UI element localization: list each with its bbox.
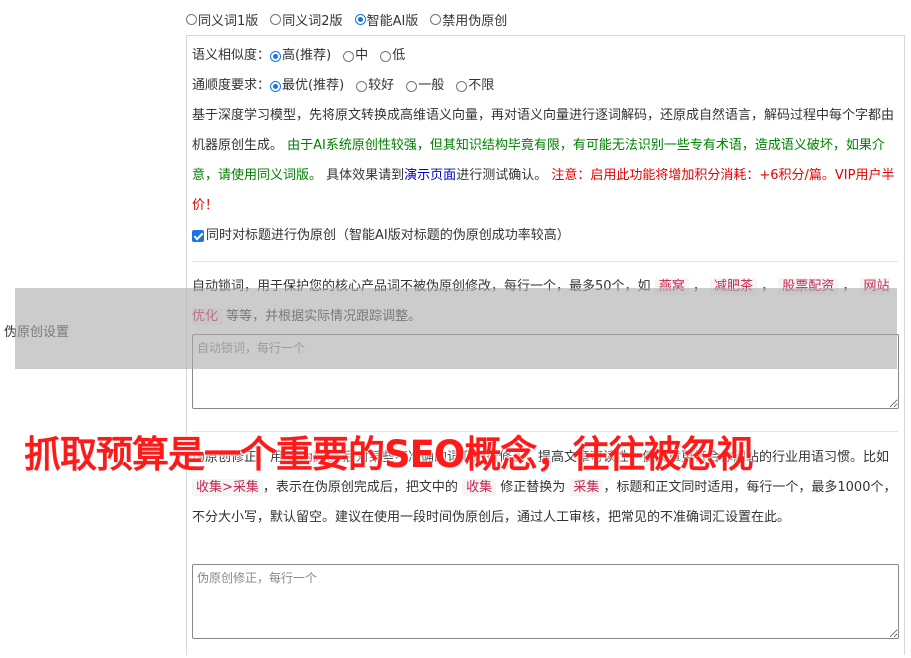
radio-checked-icon [270, 80, 282, 92]
fluency-best-radio[interactable]: 最优(推荐) [270, 76, 344, 96]
lock-words-input[interactable] [192, 334, 899, 409]
title-rewrite-checkbox[interactable]: 同时对标题进行伪原创（智能AI版对标题的伪原创成功率较高） [192, 226, 570, 246]
example-tag: 股票配资 [778, 278, 839, 295]
version-disable-radio[interactable]: 禁用伪原创 [430, 10, 507, 29]
similarity-medium-radio[interactable]: 中 [343, 46, 368, 66]
example-tag: 减肥茶 [709, 278, 757, 295]
ai-description: 基于深度学习模型，先将原文转换成高维语义向量，再对语义向量进行逐词解码，还原成自… [192, 108, 895, 213]
checkbox-checked-icon [192, 230, 204, 242]
radio-icon [430, 13, 442, 25]
radio-checked-icon [270, 50, 282, 62]
corrections-input[interactable] [192, 564, 899, 639]
fluency-unlimited-radio[interactable]: 不限 [456, 76, 494, 96]
version-synonym-1-radio[interactable]: 同义词1版 [186, 10, 258, 29]
fluency-good-radio[interactable]: 较好 [356, 76, 394, 96]
example-tag: 燕窝 [654, 278, 689, 295]
fluency-label: 通顺度要求： [192, 78, 271, 93]
similarity-row: 语义相似度： 高(推荐) 中 低 [192, 46, 417, 66]
radio-icon [356, 80, 368, 92]
fluency-row: 通顺度要求： 最优(推荐) 较好 一般 不限 [192, 76, 506, 96]
example-tag: 收集>采集 [192, 479, 263, 496]
version-ai-radio[interactable]: 智能AI版 [354, 10, 418, 29]
example-tag: 收集 [462, 479, 497, 496]
radio-icon [456, 80, 468, 92]
divider [192, 261, 898, 262]
radio-icon [270, 13, 282, 25]
radio-icon [380, 50, 392, 62]
demo-page-link[interactable]: 演示页面 [404, 168, 456, 183]
radio-checked-icon [354, 13, 366, 25]
lock-words-description: 自动锁词，用于保护您的核心产品词不被伪原创修改，每行一个，最多50个，如 燕窝 … [192, 278, 890, 325]
section-label: 伪原创设置 [4, 325, 70, 340]
similarity-high-radio[interactable]: 高(推荐) [270, 46, 331, 66]
radio-icon [186, 13, 197, 25]
fluency-normal-radio[interactable]: 一般 [406, 76, 444, 96]
version-synonym-2-radio[interactable]: 同义词2版 [270, 10, 343, 29]
similarity-label: 语义相似度： [192, 48, 271, 63]
radio-icon [406, 80, 418, 92]
version-selector: 同义词1版 同义词2版 智能AI版 禁用伪原创 [186, 10, 519, 29]
overlay-banner: 抓取预算是一个重要的SEO概念，往往被忽视 [24, 433, 753, 476]
example-tag: 采集 [569, 479, 604, 496]
similarity-low-radio[interactable]: 低 [380, 46, 405, 66]
radio-icon [343, 50, 355, 62]
